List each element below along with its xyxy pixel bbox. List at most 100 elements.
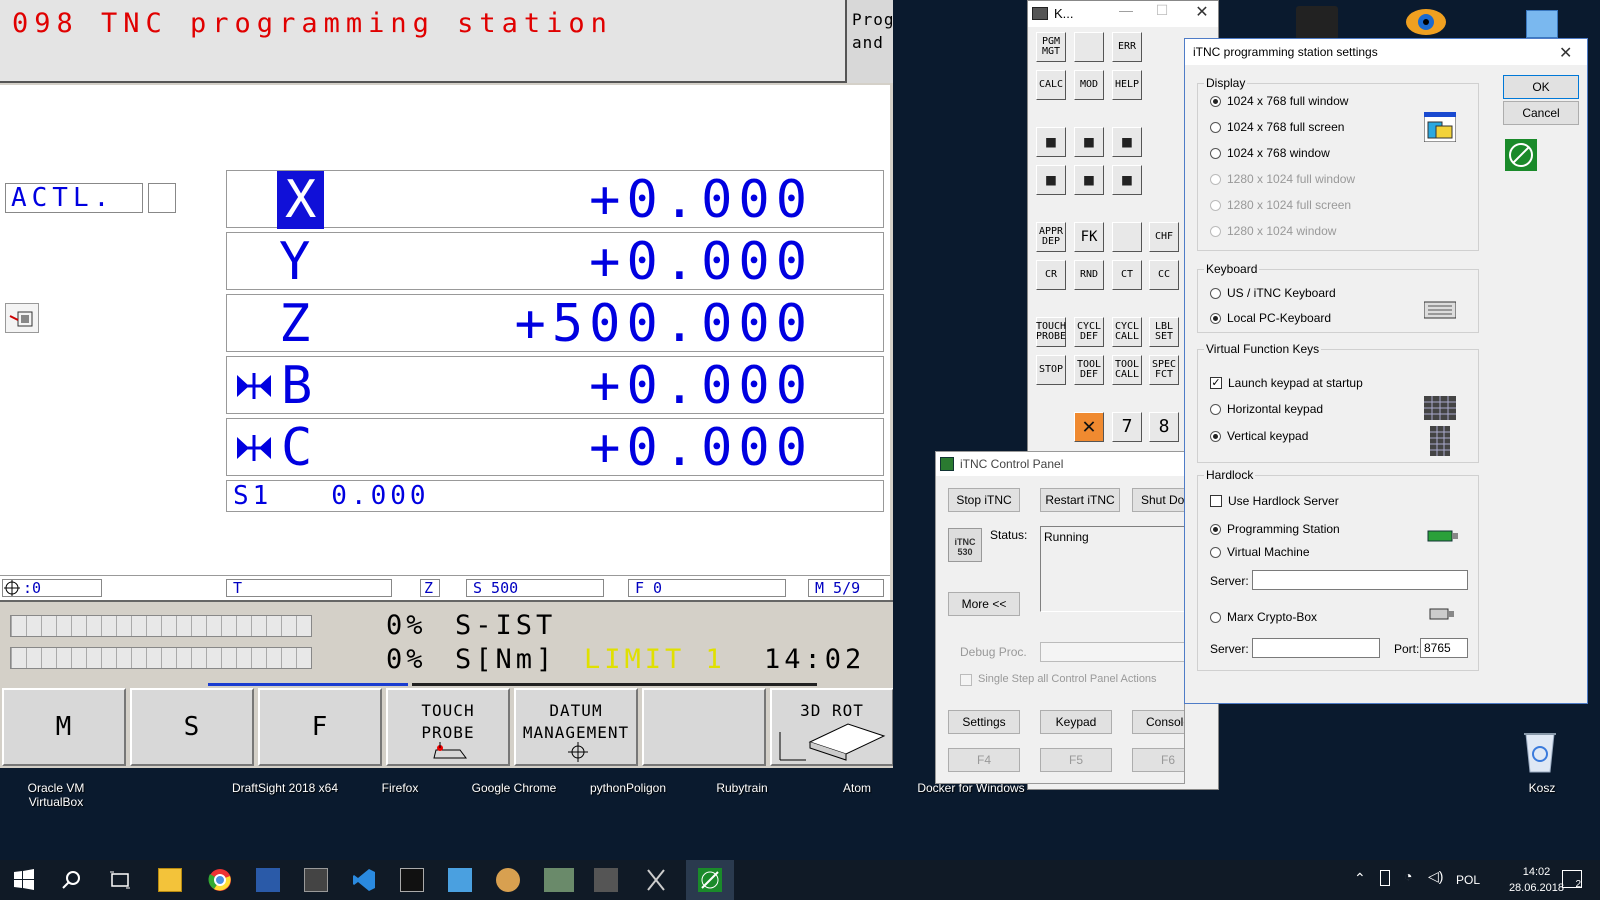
settings-close-icon[interactable]: ✕ bbox=[1559, 43, 1572, 63]
radio-button[interactable] bbox=[1210, 121, 1221, 133]
stop-itnc-button[interactable]: Stop iTNC bbox=[948, 488, 1020, 512]
task-view-icon[interactable] bbox=[108, 868, 132, 892]
keypad-key-tool-call[interactable]: TOOL CALL bbox=[1112, 355, 1142, 385]
f5-button[interactable]: F5 bbox=[1040, 748, 1112, 772]
desktop-video-icon[interactable] bbox=[1296, 6, 1338, 40]
terminal-icon[interactable] bbox=[304, 868, 328, 892]
file-explorer-icon[interactable] bbox=[158, 868, 182, 892]
softkey-4[interactable]: TOUCH PROBE bbox=[386, 688, 510, 766]
radio-button[interactable] bbox=[1210, 430, 1221, 442]
display-opts-1[interactable]: 1024 x 768 full screen bbox=[1210, 120, 1344, 134]
launch-keypad-checkbox[interactable]: ✓ bbox=[1210, 377, 1222, 389]
itnc-taskbar-icon[interactable] bbox=[544, 868, 574, 892]
network-app-icon[interactable] bbox=[448, 868, 472, 892]
softkey-2[interactable]: S bbox=[130, 688, 254, 766]
keypad-key-touch-probe[interactable]: TOUCH PROBE bbox=[1036, 317, 1066, 347]
desktop-eye-icon[interactable] bbox=[1404, 4, 1448, 38]
radio-button[interactable] bbox=[1210, 287, 1221, 299]
screen-icon[interactable]: ■ bbox=[1036, 165, 1066, 195]
tray-volume-icon[interactable]: ◁) bbox=[1428, 868, 1443, 885]
keypad-key-help[interactable]: HELP bbox=[1112, 70, 1142, 100]
softkey-7[interactable]: 3D ROT bbox=[770, 688, 893, 766]
hand-icon[interactable]: ■ bbox=[1036, 127, 1066, 157]
softkey-3[interactable]: F bbox=[258, 688, 382, 766]
display-opts-2[interactable]: 1024 x 768 window bbox=[1210, 146, 1330, 160]
server2-input[interactable] bbox=[1252, 638, 1380, 658]
display-opts-5[interactable]: 1280 x 1024 window bbox=[1210, 224, 1336, 238]
settings-button[interactable]: Settings bbox=[948, 710, 1020, 734]
desktop-icon-label[interactable]: Oracle VM VirtualBox bbox=[0, 781, 116, 809]
cancel-button[interactable]: Cancel bbox=[1503, 101, 1579, 125]
tray-wifi-icon[interactable]: ◔ bbox=[1404, 868, 1412, 884]
softkey-5[interactable]: DATUM MANAGEMENT bbox=[514, 688, 638, 766]
use-hardlock-checkbox[interactable] bbox=[1210, 495, 1222, 507]
tray-chevron-icon[interactable]: ⌃ bbox=[1354, 870, 1366, 887]
keypad-key-cycl-call[interactable]: CYCL CALL bbox=[1112, 317, 1142, 347]
minimize-icon[interactable]: — bbox=[1112, 2, 1140, 26]
server-input[interactable] bbox=[1252, 570, 1468, 590]
radio-button[interactable] bbox=[1210, 199, 1221, 211]
steering-icon[interactable]: ■ bbox=[1074, 127, 1104, 157]
f6-button[interactable]: F6 bbox=[1132, 748, 1184, 772]
radio-button[interactable] bbox=[1210, 403, 1221, 415]
keypad-key-err[interactable]: ERR bbox=[1112, 32, 1142, 62]
axis-label[interactable]: X bbox=[277, 171, 325, 229]
paint-icon[interactable] bbox=[496, 868, 520, 892]
desktop-icon-label[interactable]: Rubytrain bbox=[682, 781, 802, 795]
radio-button[interactable] bbox=[1210, 147, 1221, 159]
keypad-key-mod[interactable]: MOD bbox=[1074, 70, 1104, 100]
keypad-key-calc[interactable]: CALC bbox=[1036, 70, 1066, 100]
launch-keypad-option[interactable]: ✓ Launch keypad at startup bbox=[1210, 376, 1363, 390]
desktop-icon-label[interactable]: Google Chrome bbox=[454, 781, 574, 795]
powershell-icon[interactable] bbox=[256, 868, 280, 892]
keyboard-opts-1[interactable]: Local PC-Keyboard bbox=[1210, 311, 1331, 325]
search-icon[interactable] bbox=[60, 868, 84, 892]
keypad-key-cc[interactable]: CC bbox=[1149, 260, 1179, 290]
desktop-icon-label[interactable]: DraftSight 2018 x64 bbox=[225, 781, 345, 795]
use-hardlock-option[interactable]: Use Hardlock Server bbox=[1210, 494, 1339, 508]
cancel-x-icon[interactable]: ✕ bbox=[1074, 412, 1104, 442]
active-app-highlight[interactable] bbox=[686, 860, 734, 900]
keypad-key-lbl-set[interactable]: LBL SET bbox=[1149, 317, 1179, 347]
port-input[interactable]: 8765 bbox=[1420, 638, 1468, 658]
softkey-1[interactable]: M bbox=[2, 688, 126, 766]
radio-button[interactable] bbox=[1210, 173, 1221, 185]
keypad-key-cr[interactable]: CR bbox=[1036, 260, 1066, 290]
debug-field[interactable] bbox=[1040, 642, 1184, 662]
radio-button[interactable] bbox=[1210, 312, 1221, 324]
more-button[interactable]: More << bbox=[948, 592, 1020, 616]
radio-button[interactable] bbox=[1210, 95, 1221, 107]
radio-button[interactable] bbox=[1210, 523, 1221, 535]
vscode-icon[interactable] bbox=[352, 868, 376, 892]
cross-app-icon[interactable] bbox=[644, 868, 668, 892]
chrome-icon[interactable] bbox=[208, 868, 232, 892]
keypad-key-rnd[interactable]: RND bbox=[1074, 260, 1104, 290]
keypad-button[interactable]: Keypad bbox=[1040, 710, 1112, 734]
cmd-icon[interactable] bbox=[400, 868, 424, 892]
keypad-key-stop[interactable]: STOP bbox=[1036, 355, 1066, 385]
console-button[interactable]: Console bbox=[1132, 710, 1184, 734]
restart-itnc-button[interactable]: Restart iTNC bbox=[1040, 488, 1120, 512]
keypad-key-tool-def[interactable]: TOOL DEF bbox=[1074, 355, 1104, 385]
desktop-folder-icon[interactable] bbox=[1526, 10, 1558, 38]
shutdown-button[interactable]: Shut Do bbox=[1132, 488, 1184, 512]
marx-option[interactable]: Marx Crypto-Box bbox=[1210, 610, 1317, 624]
display-opts-4[interactable]: 1280 x 1024 full screen bbox=[1210, 198, 1351, 212]
arrow-icon[interactable]: ■ bbox=[1112, 165, 1142, 195]
softkey-6[interactable] bbox=[642, 688, 766, 766]
marx-radio[interactable] bbox=[1210, 611, 1221, 623]
windows-start-icon[interactable] bbox=[12, 868, 36, 892]
keypad-key-chf[interactable]: CHF bbox=[1149, 222, 1179, 252]
tray-battery-icon[interactable] bbox=[1380, 870, 1390, 886]
recycle-bin-icon[interactable] bbox=[1520, 728, 1560, 774]
tray-language[interactable]: POL bbox=[1456, 873, 1480, 887]
display-opts-3[interactable]: 1280 x 1024 full window bbox=[1210, 172, 1355, 186]
keypad-key-seven[interactable]: 7 bbox=[1112, 412, 1142, 442]
keypad-key-appr[interactable]: APPR DEP bbox=[1036, 222, 1066, 252]
vfk-opts-0[interactable]: Horizontal keypad bbox=[1210, 402, 1323, 416]
single-step-checkbox[interactable] bbox=[960, 674, 972, 686]
keypad-key-ct[interactable]: CT bbox=[1112, 260, 1142, 290]
hardlock-opts-0[interactable]: Programming Station bbox=[1210, 522, 1340, 536]
keypad-key-blank[interactable] bbox=[1074, 32, 1104, 62]
keyboard-opts-0[interactable]: US / iTNC Keyboard bbox=[1210, 286, 1336, 300]
